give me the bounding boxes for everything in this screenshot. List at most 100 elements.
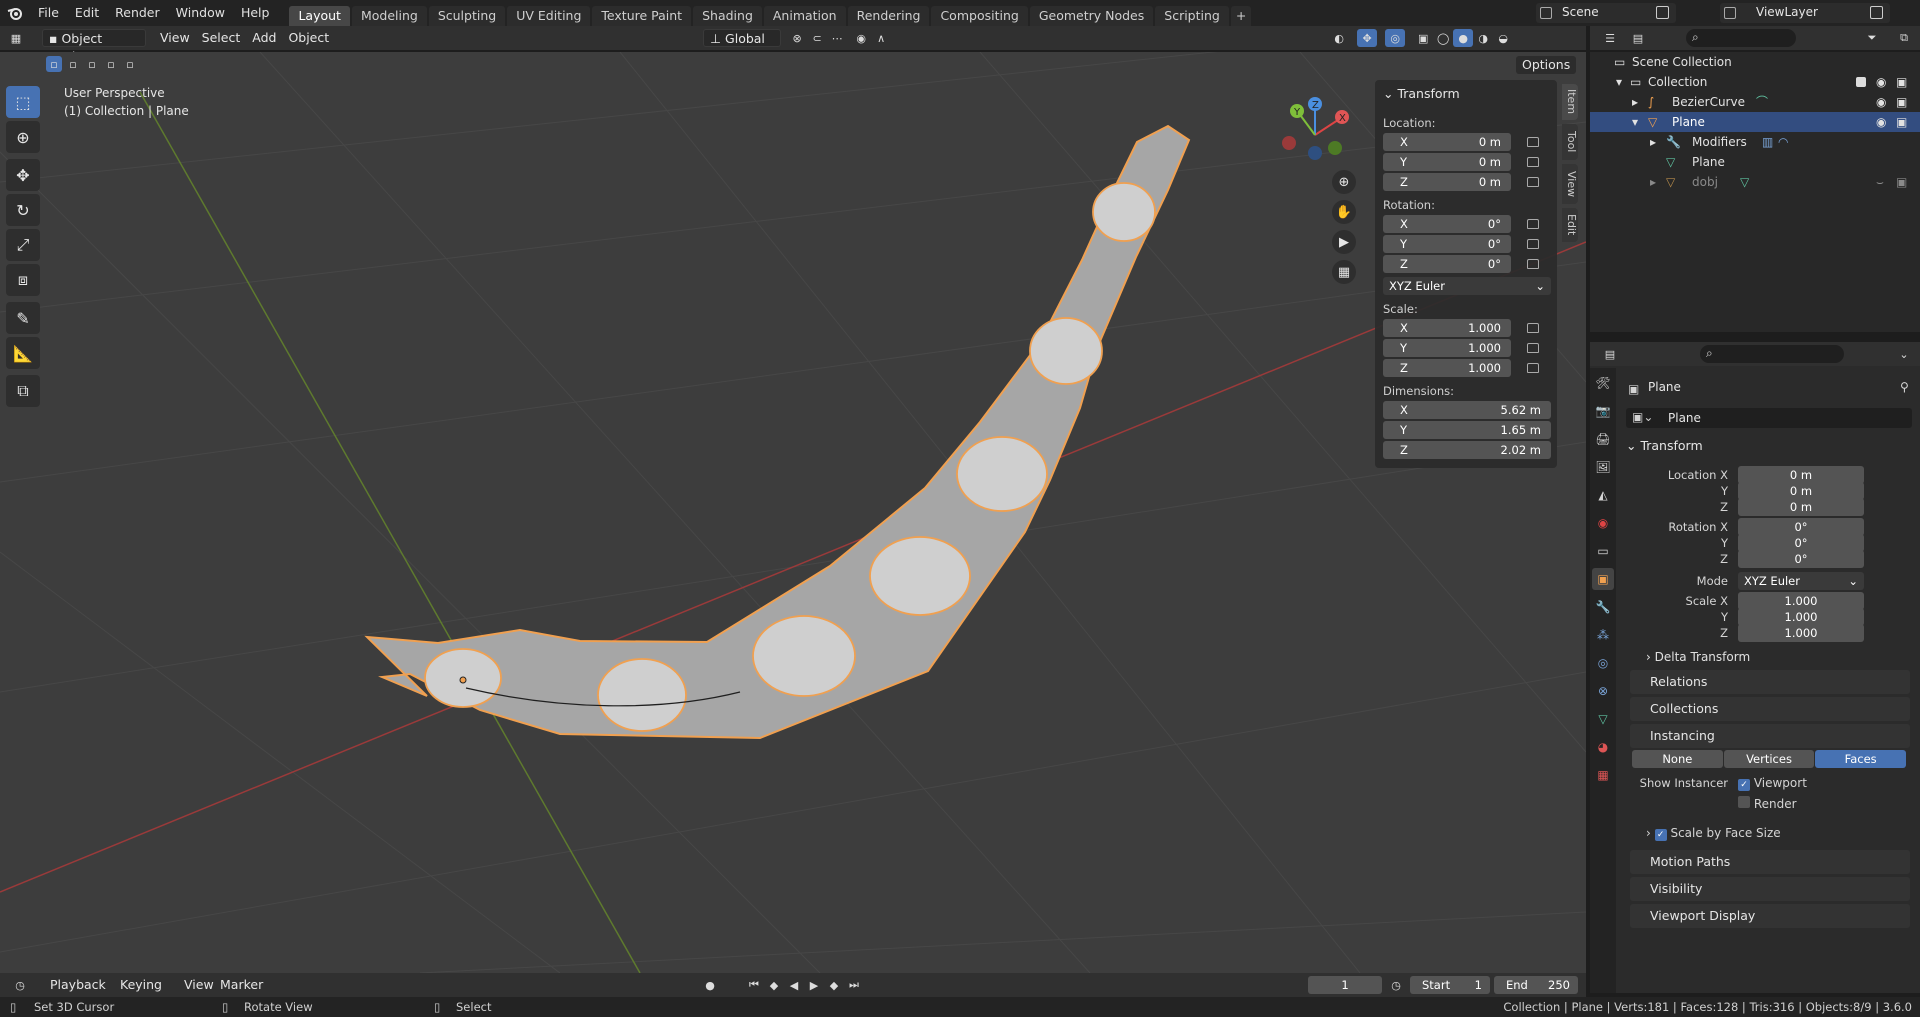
menu-file[interactable]: File — [30, 0, 67, 26]
outliner-row-plane-mesh[interactable]: ▽ Plane — [1590, 152, 1920, 172]
lock-icon[interactable] — [1527, 343, 1539, 353]
lock-icon[interactable] — [1527, 323, 1539, 333]
pivot-icon[interactable]: ⊗ — [787, 29, 807, 47]
add-workspace-button[interactable]: + — [1230, 6, 1252, 26]
dimensions-x-field[interactable]: X 5.62 m — [1383, 401, 1551, 419]
options-chevron-icon[interactable]: ⌄ — [1894, 345, 1914, 363]
lock-icon[interactable] — [1527, 157, 1539, 167]
relations-section[interactable]: Relations — [1630, 670, 1910, 694]
solid-shading-icon[interactable]: ● — [1453, 29, 1474, 47]
object-tab-icon[interactable]: ▣ — [1592, 568, 1614, 590]
outliner-row-collection[interactable]: ▾ ▭ Collection ◉ ▣ — [1590, 72, 1920, 92]
disclosure-closed-icon[interactable]: ▸ — [1650, 132, 1656, 152]
npanel-header[interactable]: ⌄ Transform — [1383, 86, 1460, 101]
transform-section-header[interactable]: ⌄ Transform — [1626, 438, 1703, 453]
collection-tab-icon[interactable]: ▭ — [1592, 540, 1614, 562]
tab-geometry-nodes[interactable]: Geometry Nodes — [1029, 6, 1154, 26]
add-cube-icon[interactable]: ⧉ — [6, 375, 40, 407]
lock-icon[interactable] — [1527, 137, 1539, 147]
viewport-checkbox[interactable]: ✓ Viewport — [1738, 776, 1807, 791]
tab-shading[interactable]: Shading — [693, 6, 762, 26]
editor-type-icon[interactable]: ◷ — [10, 976, 30, 994]
select-new-icon[interactable]: ▫ — [46, 56, 62, 72]
collections-section[interactable]: Collections — [1630, 697, 1910, 721]
navigation-gizmo[interactable]: X Z Y — [1275, 90, 1365, 180]
tab-texture-paint[interactable]: Texture Paint — [592, 6, 692, 26]
texture-tab-icon[interactable]: ▦ — [1592, 764, 1614, 786]
view-layer-tab-icon[interactable]: 🖼 — [1592, 456, 1614, 478]
snap-icon[interactable]: ⊂ — [807, 29, 827, 47]
gizmo-toggle-icon[interactable]: ✥ — [1357, 29, 1378, 47]
tab-uv-editing[interactable]: UV Editing — [507, 6, 591, 26]
pin-icon[interactable]: ⚲ — [1900, 380, 1909, 394]
clock-icon[interactable]: ◷ — [1386, 976, 1406, 994]
outliner-search-input[interactable]: ⌕ — [1686, 29, 1796, 47]
gizmo-neg-y-icon[interactable] — [1328, 141, 1342, 155]
particles-tab-icon[interactable]: ⁂ — [1592, 624, 1614, 646]
menu-view[interactable]: View — [154, 29, 196, 47]
end-frame-field[interactable]: End 250 — [1494, 976, 1578, 994]
camera-render-icon[interactable]: ▣ — [1896, 112, 1907, 132]
camera-render-icon[interactable]: ▣ — [1896, 172, 1907, 192]
tab-scripting[interactable]: Scripting — [1155, 6, 1229, 26]
tool-tab-icon[interactable]: 🛠 — [1592, 372, 1614, 394]
delta-transform-subpanel[interactable]: › Delta Transform — [1646, 650, 1750, 664]
playback-menu[interactable]: Playback — [44, 976, 112, 994]
sphere-3[interactable] — [752, 615, 856, 697]
menu-help[interactable]: Help — [233, 0, 278, 26]
lock-icon[interactable] — [1527, 363, 1539, 373]
scale-icon[interactable]: ⤢ — [6, 229, 40, 261]
scale-y-field[interactable]: Y 1.000 — [1383, 339, 1511, 357]
world-tab-icon[interactable]: ◉ — [1592, 512, 1614, 534]
menu-select[interactable]: Select — [196, 29, 247, 47]
copy-view-layer-icon[interactable] — [1870, 6, 1883, 19]
orientation-dropdown[interactable]: ⊥ Global ▾ — [703, 29, 782, 64]
material-tab-icon[interactable]: ◕ — [1592, 736, 1614, 758]
lock-icon[interactable] — [1527, 177, 1539, 187]
select-box-icon[interactable]: ⬚ — [6, 86, 40, 118]
menu-edit[interactable]: Edit — [67, 0, 107, 26]
object-datablock-field[interactable]: ▣⌄ Plane — [1626, 408, 1912, 428]
move-icon[interactable]: ✥ — [6, 159, 40, 191]
location-x-field[interactable]: X0 m — [1383, 133, 1511, 151]
blender-logo-icon[interactable] — [0, 0, 30, 26]
sidebar-tab-tool[interactable]: Tool — [1562, 124, 1578, 160]
ortho-grid-icon[interactable]: ▦ — [1332, 260, 1356, 284]
select-intersect-icon[interactable]: ▫ — [122, 56, 138, 72]
render-checkbox[interactable]: Render — [1738, 796, 1797, 811]
sidebar-tab-item[interactable]: Item — [1562, 84, 1578, 120]
sidebar-tab-view[interactable]: View — [1562, 164, 1578, 204]
tab-animation[interactable]: Animation — [763, 6, 846, 26]
dimensions-y-field[interactable]: Y 1.65 m — [1383, 421, 1551, 439]
camera-render-icon[interactable]: ▣ — [1896, 92, 1907, 112]
dimensions-z-field[interactable]: Z 2.02 m — [1383, 441, 1551, 459]
rotation-y-field[interactable]: Y 0° — [1383, 235, 1511, 253]
lock-icon[interactable] — [1527, 259, 1539, 269]
scale-by-face-size-subpanel[interactable]: › ✓ Scale by Face Size — [1646, 826, 1781, 841]
viewport-display-section[interactable]: Viewport Display — [1630, 904, 1910, 928]
rotate-icon[interactable]: ↻ — [6, 194, 40, 226]
cursor-icon[interactable]: ⊕ — [6, 121, 40, 153]
filter-icon[interactable]: ⏷ — [1862, 29, 1882, 47]
instancing-section[interactable]: Instancing — [1630, 724, 1910, 748]
eye-icon[interactable]: ◉ — [1876, 92, 1886, 112]
sphere-7[interactable] — [1092, 182, 1156, 242]
rotation-mode-dropdown[interactable]: XYZ Euler ⌄ — [1738, 572, 1864, 590]
disclosure-open-icon[interactable]: ▾ — [1632, 112, 1638, 132]
pan-hand-icon[interactable]: ✋ — [1332, 200, 1356, 224]
jump-end-icon[interactable]: ⏭ — [844, 976, 864, 994]
menu-render[interactable]: Render — [107, 0, 168, 26]
motion-paths-section[interactable]: Motion Paths — [1630, 850, 1910, 874]
camera-icon[interactable]: ▶ — [1332, 230, 1356, 254]
instancing-faces-button[interactable]: Faces — [1815, 750, 1907, 768]
render-tab-icon[interactable]: 📷 — [1592, 400, 1614, 422]
select-extend-icon[interactable]: ▫ — [65, 56, 81, 72]
measure-icon[interactable]: 📐 — [6, 337, 40, 369]
location-z-field[interactable]: 0 m — [1738, 498, 1864, 516]
new-collection-icon[interactable]: ⧉ — [1894, 29, 1914, 47]
gizmo-neg-z-icon[interactable] — [1308, 146, 1322, 160]
visibility-section[interactable]: Visibility — [1630, 877, 1910, 901]
eye-hidden-icon[interactable]: ⌣ — [1876, 172, 1884, 192]
tab-sculpting[interactable]: Sculpting — [428, 6, 506, 26]
editor-type-icon[interactable]: ▤ — [1600, 345, 1620, 363]
